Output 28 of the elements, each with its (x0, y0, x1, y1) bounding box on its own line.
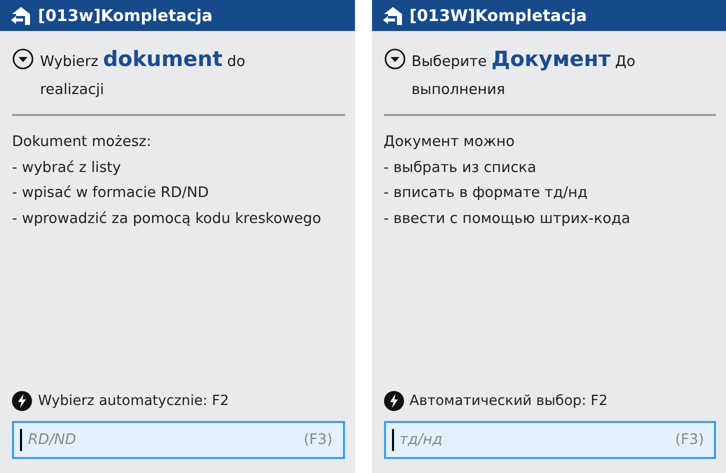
placeholder-text: тд/нд (400, 432, 444, 448)
auto-select-hint: Wybierz automatycznie: F2 (38, 393, 229, 409)
instruction-text: - wybrać z listy (12, 158, 122, 178)
shortcut-hint: (F3) (304, 432, 332, 448)
lightning-icon (12, 391, 32, 411)
back-home-icon[interactable] (382, 6, 404, 26)
document-input-field[interactable]: тд/нд (F3) (384, 421, 716, 459)
document-input-field[interactable]: RD/ND (F3) (12, 421, 344, 459)
lightning-icon (384, 391, 404, 411)
placeholder-text: RD/ND (28, 432, 78, 448)
instruction-text: - wpisać w formacie RD/ND (12, 184, 210, 203)
dropdown-circle-icon[interactable] (12, 48, 34, 70)
text-cursor (20, 429, 22, 451)
instruction-text: - wprowadzić za pomocą kodu kreskowego (12, 210, 322, 228)
back-home-icon[interactable] (10, 6, 32, 26)
instruction-heading: Выберите Документ До выполнения (412, 46, 636, 100)
instruction-text: - выбрать из списка (384, 158, 538, 178)
instruction-text: Dokument możesz: (12, 133, 152, 152)
text-cursor (392, 429, 394, 451)
instruction-text: - ввести с помощью штрих-кода (384, 210, 632, 228)
window-title: [013W]Kompletacja (410, 6, 587, 25)
auto-select-hint: Автоматический выбор: F2 (410, 393, 608, 409)
window-title: [013w]Kompletacja (38, 6, 213, 25)
shortcut-hint: (F3) (675, 432, 704, 448)
instruction-text: - вписать в формате тд/нд (384, 184, 589, 203)
dropdown-circle-icon[interactable] (384, 48, 406, 70)
instruction-heading: Wybierz dokument do realizacji (40, 46, 246, 100)
instruction-text: Документ можно (384, 133, 516, 152)
